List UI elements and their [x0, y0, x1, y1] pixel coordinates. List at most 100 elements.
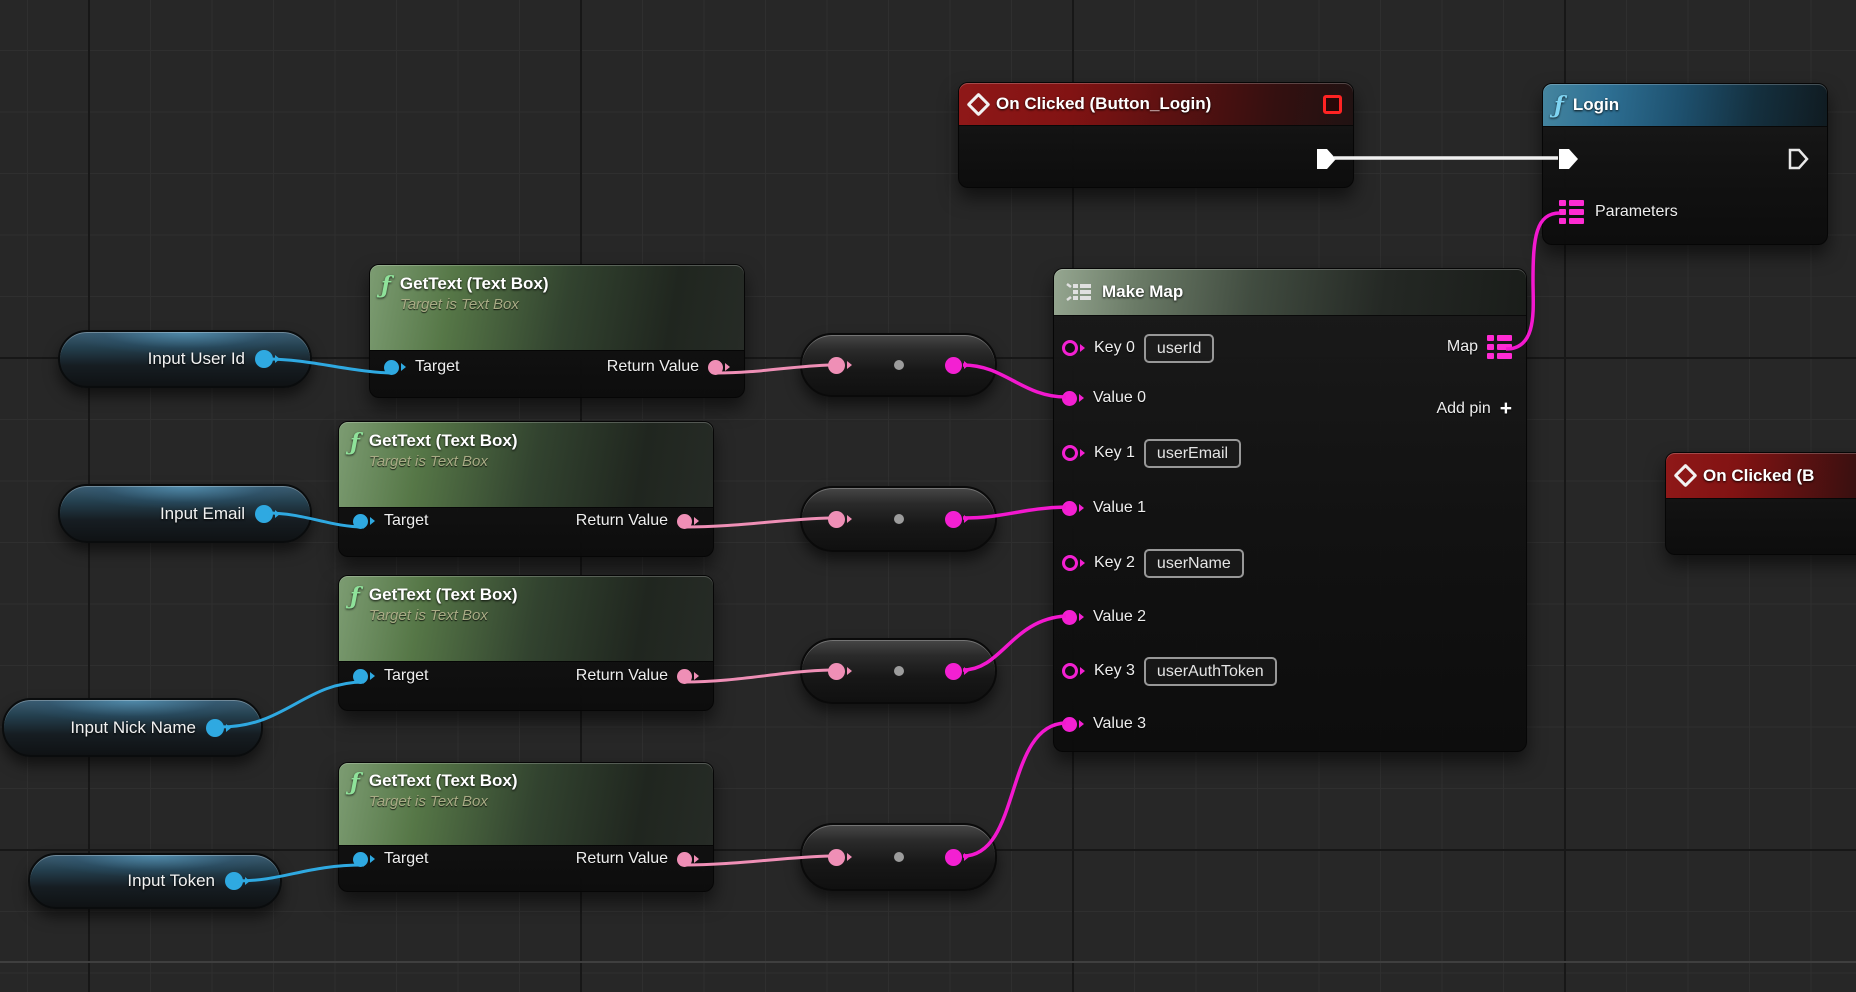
map-output-pin-row[interactable]: Map: [1447, 335, 1512, 359]
gettext-node-4[interactable]: ƒ GetText (Text Box) Target is Text Box …: [338, 762, 714, 892]
return-value-pin-row[interactable]: Return Value: [576, 850, 699, 868]
event-node-header: On Clicked (Button_Login): [959, 83, 1353, 125]
gettext-node-3[interactable]: ƒ GetText (Text Box) Target is Text Box …: [338, 575, 714, 711]
gettext-title: GetText (Text Box): [369, 431, 518, 451]
conversion-input-pin[interactable]: [828, 849, 852, 866]
exec-arrow-icon: [1787, 147, 1811, 171]
key0-label: Key 0: [1094, 339, 1135, 357]
variable-label: Input User Id: [148, 349, 245, 369]
conversion-input-pin[interactable]: [828, 663, 852, 680]
gettext-subtitle: Target is Text Box: [369, 607, 518, 624]
target-pin-row[interactable]: Target: [353, 850, 428, 868]
key3-label: Key 3: [1094, 662, 1135, 680]
make-map-header: Make Map: [1054, 269, 1526, 315]
conversion-dot-icon: [894, 360, 904, 370]
map-output-label: Map: [1447, 338, 1478, 356]
function-icon: ƒ: [350, 431, 360, 454]
parameters-pin-label: Parameters: [1595, 203, 1678, 221]
add-pin-row[interactable]: Add pin +: [1436, 398, 1512, 419]
function-icon: ƒ: [350, 585, 360, 608]
key0-pin[interactable]: [1062, 340, 1085, 356]
conversion-dot-icon: [894, 852, 904, 862]
key2-pin-row[interactable]: Key 2 userName: [1062, 547, 1244, 579]
value0-pin-row[interactable]: Value 0: [1062, 382, 1146, 414]
delegate-pin[interactable]: [1323, 95, 1342, 114]
return-value-pin-row[interactable]: Return Value: [576, 512, 699, 530]
conversion-dot-icon: [894, 514, 904, 524]
exec-output-pin[interactable]: [1787, 147, 1811, 171]
gettext-subtitle: Target is Text Box: [400, 296, 549, 313]
key2-value-field[interactable]: userName: [1144, 549, 1244, 578]
key1-pin-row[interactable]: Key 1 userEmail: [1062, 437, 1241, 469]
key3-value-field[interactable]: userAuthToken: [1144, 657, 1277, 686]
value1-label: Value 1: [1093, 499, 1146, 517]
key1-label: Key 1: [1094, 444, 1135, 462]
add-pin-label: Add pin: [1436, 400, 1490, 418]
return-value-label: Return Value: [607, 358, 699, 376]
key0-pin-row[interactable]: Key 0 userId: [1062, 332, 1214, 364]
value2-pin-row[interactable]: Value 2: [1062, 601, 1146, 633]
event-diamond-icon: [1673, 463, 1697, 487]
key0-value-field[interactable]: userId: [1144, 334, 1214, 363]
target-label: Target: [415, 358, 459, 376]
target-label: Target: [384, 667, 428, 685]
variable-label: Input Email: [160, 504, 245, 524]
gettext-header: ƒ GetText (Text Box) Target is Text Box: [339, 422, 713, 507]
function-icon: ƒ: [381, 274, 391, 297]
return-value-pin-row[interactable]: Return Value: [576, 667, 699, 685]
conversion-input-pin[interactable]: [828, 511, 852, 528]
make-map-node[interactable]: Make Map Key 0 userId Value 0 Key 1 user…: [1053, 268, 1527, 752]
gettext-header: ƒ GetText (Text Box) Target is Text Box: [339, 763, 713, 845]
make-map-icon: [1065, 281, 1093, 303]
return-value-label: Return Value: [576, 850, 668, 868]
exec-arrow-icon: [1557, 147, 1581, 171]
function-icon: ƒ: [350, 771, 360, 794]
value3-pin-row[interactable]: Value 3: [1062, 708, 1146, 740]
map-pin-icon: [1559, 200, 1584, 224]
gettext-title: GetText (Text Box): [369, 771, 518, 791]
value1-pin-row[interactable]: Value 1: [1062, 492, 1146, 524]
target-pin-row[interactable]: Target: [353, 512, 428, 530]
gettext-node-2[interactable]: ƒ GetText (Text Box) Target is Text Box …: [338, 421, 714, 557]
event-node-on-clicked-partial[interactable]: On Clicked (B: [1665, 452, 1856, 555]
variable-label: Input Token: [127, 871, 215, 891]
exec-input-pin[interactable]: [1557, 147, 1581, 171]
key1-pin[interactable]: [1062, 445, 1085, 461]
key3-pin-row[interactable]: Key 3 userAuthToken: [1062, 655, 1277, 687]
event-diamond-icon: [966, 92, 990, 116]
blueprint-graph-canvas[interactable]: { "canvas": { "background_color": "#2727…: [0, 0, 1856, 992]
conversion-input-pin[interactable]: [828, 357, 852, 374]
grid-emphasis-line: [0, 961, 1856, 963]
gettext-title: GetText (Text Box): [400, 274, 549, 294]
function-node-login[interactable]: ƒ Login Parameters: [1542, 83, 1828, 245]
value0-label: Value 0: [1093, 389, 1146, 407]
key3-pin[interactable]: [1062, 663, 1085, 679]
return-value-label: Return Value: [576, 512, 668, 530]
return-value-label: Return Value: [576, 667, 668, 685]
key1-value-field[interactable]: userEmail: [1144, 439, 1241, 468]
key2-pin[interactable]: [1062, 555, 1085, 571]
login-node-header: ƒ Login: [1543, 84, 1827, 126]
event-node-title: On Clicked (Button_Login): [996, 94, 1211, 114]
key2-label: Key 2: [1094, 554, 1135, 572]
gettext-header: ƒ GetText (Text Box) Target is Text Box: [370, 265, 744, 350]
event-node-title: On Clicked (B: [1703, 466, 1814, 486]
value3-label: Value 3: [1093, 715, 1146, 733]
parameters-pin-row[interactable]: Parameters: [1559, 200, 1678, 224]
make-map-title: Make Map: [1102, 282, 1183, 302]
gettext-node-1[interactable]: ƒ GetText (Text Box) Target is Text Box …: [369, 264, 745, 398]
function-icon: ƒ: [1554, 94, 1564, 117]
gettext-header: ƒ GetText (Text Box) Target is Text Box: [339, 576, 713, 661]
target-pin-row[interactable]: Target: [384, 358, 459, 376]
event-node-on-clicked-button-login[interactable]: On Clicked (Button_Login): [958, 82, 1354, 188]
gettext-title: GetText (Text Box): [369, 585, 518, 605]
conversion-dot-icon: [894, 666, 904, 676]
value2-label: Value 2: [1093, 608, 1146, 626]
gettext-subtitle: Target is Text Box: [369, 793, 518, 810]
event-node-header: On Clicked (B: [1666, 453, 1856, 498]
target-pin-row[interactable]: Target: [353, 667, 428, 685]
target-label: Target: [384, 850, 428, 868]
map-output-pin-icon[interactable]: [1487, 335, 1512, 359]
return-value-pin-row[interactable]: Return Value: [607, 358, 730, 376]
login-node-title: Login: [1573, 95, 1619, 115]
